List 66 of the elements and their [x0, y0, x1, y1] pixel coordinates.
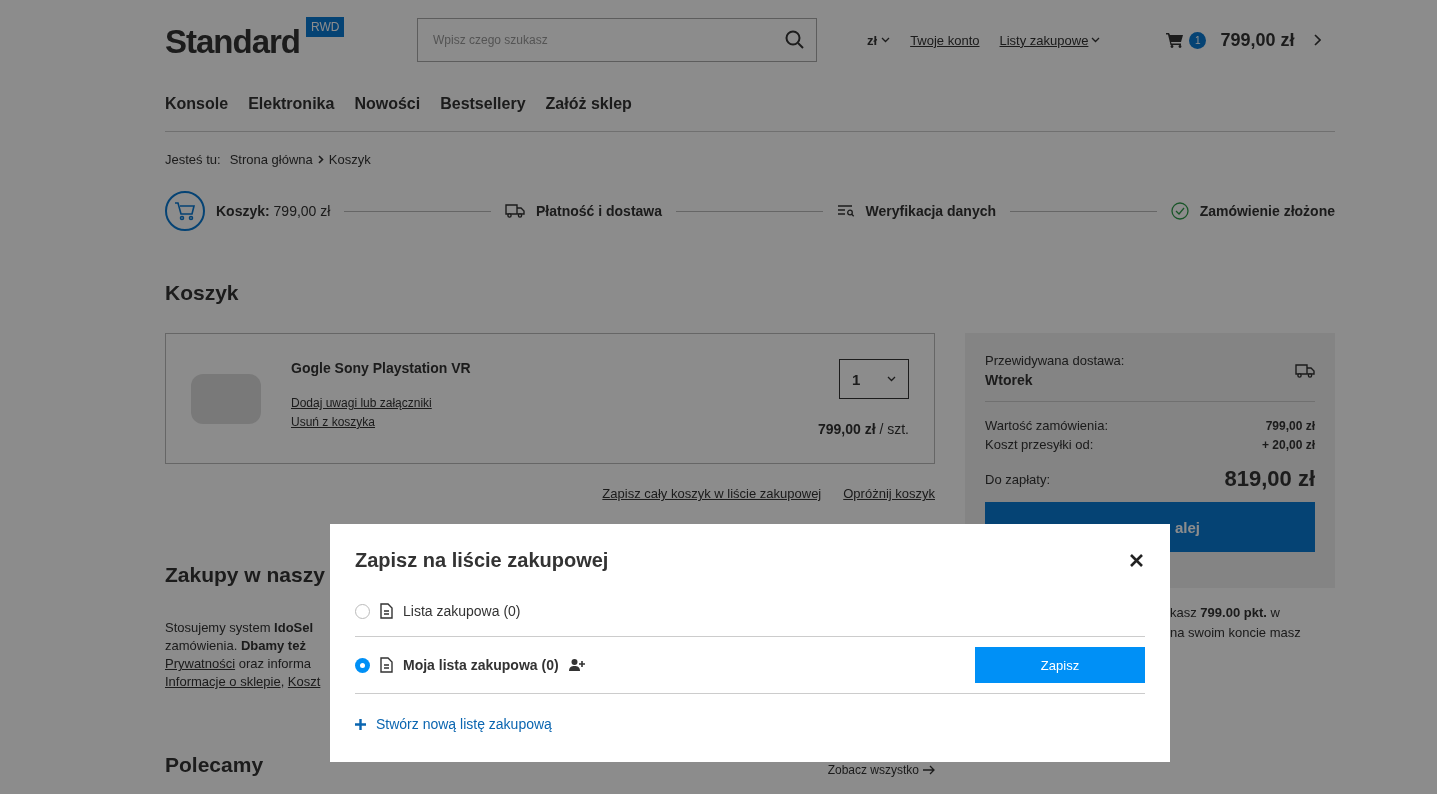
- info-text: Stosujemy system IdoSel: [165, 619, 315, 637]
- logo-text[interactable]: Standard: [165, 23, 301, 61]
- cart-count-badge: 1: [1189, 31, 1207, 49]
- section-heading: Polecamy: [165, 753, 264, 777]
- step-label: Weryfikacja danych: [865, 203, 997, 219]
- breadcrumb-link[interactable]: Koszyk: [328, 152, 371, 167]
- summary-label: Wartość zamówienia:: [985, 418, 1109, 433]
- summary-label: Koszt przesyłki od:: [985, 437, 1094, 452]
- item-link[interactable]: Usuń z koszyka: [291, 415, 818, 429]
- section-heading: Zakupy w naszy: [165, 563, 326, 587]
- chevron-down-icon: [1091, 37, 1101, 43]
- search-field[interactable]: Wpisz czego szukasz: [417, 18, 817, 62]
- chevron-right-icon: [317, 155, 324, 164]
- see-all-link[interactable]: Zobacz wszystko: [827, 763, 935, 777]
- points-text: na swoim koncie masz: [1170, 624, 1302, 642]
- cart-total[interactable]: 799,00 zł: [1220, 29, 1295, 51]
- info-text: zamówienia. Dbamy też: [165, 637, 307, 655]
- cart-action-link[interactable]: Zapisz cały koszyk w liście zakupowej: [602, 486, 822, 501]
- cart-icon[interactable]: [1166, 32, 1184, 48]
- logo-badge[interactable]: RWD: [306, 17, 345, 37]
- cart-heading: Koszyk: [165, 281, 240, 305]
- document-icon: [380, 603, 393, 619]
- chevron-right-icon[interactable]: [1314, 34, 1322, 46]
- nav-link[interactable]: Bestsellery: [440, 95, 526, 113]
- nav-link[interactable]: Nowości: [354, 95, 421, 113]
- chevron-down-icon: [881, 37, 891, 43]
- document-icon: [380, 657, 393, 673]
- radio-button[interactable]: [355, 657, 370, 673]
- save-button[interactable]: Zapisz: [975, 647, 1145, 683]
- search-icon[interactable]: [785, 30, 804, 49]
- total-label: Do zapłaty:: [985, 471, 1051, 487]
- truck-icon: [1295, 363, 1315, 378]
- step-label: Koszyk: 799,00 zł: [216, 203, 331, 219]
- unit-price: 799,00 zł / szt.: [817, 421, 909, 437]
- currency-selector[interactable]: zł: [867, 32, 891, 48]
- info-link[interactable]: Koszt: [287, 674, 321, 689]
- summary-value: 799,00 zł: [1265, 418, 1315, 433]
- quantity-select[interactable]: 1: [839, 359, 909, 399]
- nav-link[interactable]: Konsole: [165, 95, 229, 113]
- list-label[interactable]: Moja lista zakupowa (0): [403, 657, 559, 673]
- cart-action-link[interactable]: Opróżnij koszyk: [843, 486, 935, 501]
- step-label: Zamówienie złożone: [1199, 203, 1335, 219]
- breadcrumb-link[interactable]: Strona główna: [229, 152, 313, 167]
- header-link[interactable]: Listy zakupowe: [999, 32, 1101, 48]
- points-text: kasz 799.00 pkt. w: [1170, 604, 1281, 622]
- delivery-day: Wtorek: [985, 372, 1125, 388]
- product-name[interactable]: Gogle Sony Playstation VR: [291, 360, 818, 376]
- cart-icon: [174, 201, 196, 221]
- nav-link[interactable]: Załóż sklep: [545, 95, 632, 113]
- info-link[interactable]: Informacje o sklepie: [165, 674, 281, 689]
- plus-icon: [355, 718, 366, 730]
- summary-value: + 20,00 zł: [1261, 437, 1315, 452]
- step-label: Płatność i dostawa: [535, 203, 662, 219]
- total-value: 819,00 zł: [1224, 466, 1315, 492]
- close-button[interactable]: [1128, 552, 1145, 569]
- header-link[interactable]: Twoje konto: [910, 32, 980, 48]
- delivery-label: Przewidywana dostawa:: [985, 353, 1125, 368]
- arrow-right-icon: [923, 765, 935, 775]
- create-list-link[interactable]: Stwórz nową listę zakupową: [355, 716, 1145, 732]
- nav-link[interactable]: Elektronika: [248, 95, 335, 113]
- list-label[interactable]: Lista zakupowa (0): [403, 603, 521, 619]
- info-link[interactable]: Prywatności: [165, 656, 236, 671]
- item-link[interactable]: Dodaj uwagi lub załączniki: [291, 396, 818, 410]
- chevron-down-icon: [887, 376, 896, 382]
- dialog-title: Zapisz na liście zakupowej: [355, 549, 609, 572]
- breadcrumb-label: Jesteś tu:: [165, 152, 221, 167]
